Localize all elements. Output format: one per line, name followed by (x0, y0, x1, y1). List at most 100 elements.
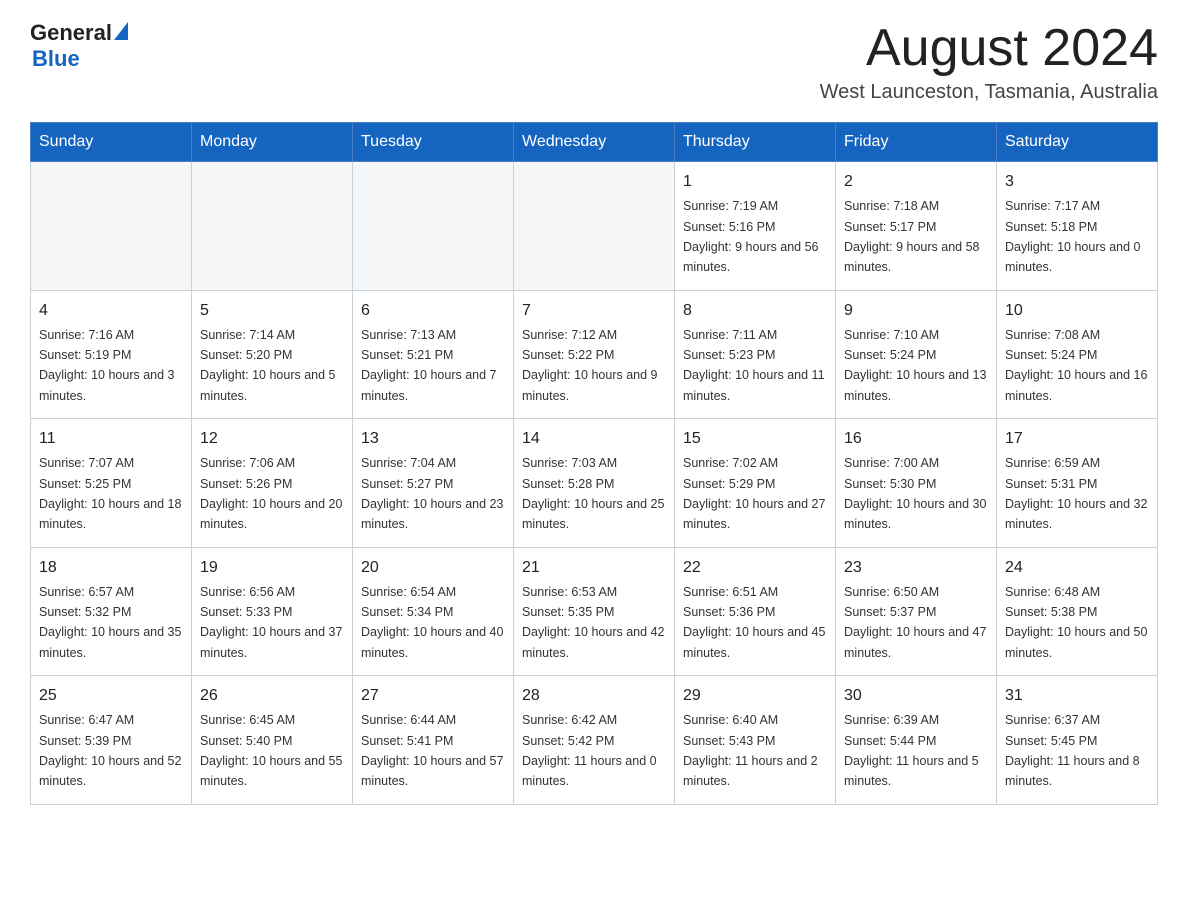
month-title: August 2024 (820, 20, 1158, 77)
day-info: Sunrise: 6:50 AM Sunset: 5:37 PM Dayligh… (844, 585, 986, 660)
day-number: 8 (683, 299, 827, 323)
logo: General Blue (30, 20, 128, 72)
day-info: Sunrise: 7:02 AM Sunset: 5:29 PM Dayligh… (683, 456, 825, 531)
day-info: Sunrise: 7:13 AM Sunset: 5:21 PM Dayligh… (361, 328, 497, 403)
table-row: 8 Sunrise: 7:11 AM Sunset: 5:23 PM Daylig… (675, 290, 836, 419)
day-number: 31 (1005, 684, 1149, 708)
col-saturday: Saturday (997, 123, 1158, 162)
day-number: 16 (844, 427, 988, 451)
table-row: 29 Sunrise: 6:40 AM Sunset: 5:43 PM Dayli… (675, 676, 836, 805)
day-number: 6 (361, 299, 505, 323)
day-number: 4 (39, 299, 183, 323)
table-row: 14 Sunrise: 7:03 AM Sunset: 5:28 PM Dayli… (514, 419, 675, 548)
day-info: Sunrise: 7:00 AM Sunset: 5:30 PM Dayligh… (844, 456, 986, 531)
table-row: 21 Sunrise: 6:53 AM Sunset: 5:35 PM Dayli… (514, 547, 675, 676)
col-wednesday: Wednesday (514, 123, 675, 162)
day-info: Sunrise: 7:17 AM Sunset: 5:18 PM Dayligh… (1005, 199, 1141, 274)
day-info: Sunrise: 6:48 AM Sunset: 5:38 PM Dayligh… (1005, 585, 1147, 660)
day-info: Sunrise: 6:57 AM Sunset: 5:32 PM Dayligh… (39, 585, 181, 660)
col-monday: Monday (192, 123, 353, 162)
day-info: Sunrise: 6:40 AM Sunset: 5:43 PM Dayligh… (683, 713, 818, 788)
table-row: 26 Sunrise: 6:45 AM Sunset: 5:40 PM Dayli… (192, 676, 353, 805)
day-info: Sunrise: 7:18 AM Sunset: 5:17 PM Dayligh… (844, 199, 980, 274)
table-row: 30Sunrise: 6:39 AM Sunset: 5:44 PM Dayli… (836, 676, 997, 805)
calendar-table: Sunday Monday Tuesday Wednesday Thursday… (30, 122, 1158, 805)
table-row: 6 Sunrise: 7:13 AM Sunset: 5:21 PM Daylig… (353, 290, 514, 419)
day-number: 24 (1005, 556, 1149, 580)
day-number: 2 (844, 170, 988, 194)
day-info: Sunrise: 6:45 AM Sunset: 5:40 PM Dayligh… (200, 713, 342, 788)
day-info: Sunrise: 7:07 AM Sunset: 5:25 PM Dayligh… (39, 456, 181, 531)
table-row: 17Sunrise: 6:59 AM Sunset: 5:31 PM Dayli… (997, 419, 1158, 548)
day-number: 1 (683, 170, 827, 194)
day-info: Sunrise: 7:03 AM Sunset: 5:28 PM Dayligh… (522, 456, 664, 531)
table-row (192, 162, 353, 291)
table-row: 5Sunrise: 7:14 AM Sunset: 5:20 PM Daylig… (192, 290, 353, 419)
day-info: Sunrise: 6:56 AM Sunset: 5:33 PM Dayligh… (200, 585, 342, 660)
day-info: Sunrise: 6:47 AM Sunset: 5:39 PM Dayligh… (39, 713, 181, 788)
calendar-week-row: 18 Sunrise: 6:57 AM Sunset: 5:32 PM Dayli… (31, 547, 1158, 676)
table-row: 16 Sunrise: 7:00 AM Sunset: 5:30 PM Dayli… (836, 419, 997, 548)
day-number: 23 (844, 556, 988, 580)
day-number: 20 (361, 556, 505, 580)
table-row: 22 Sunrise: 6:51 AM Sunset: 5:36 PM Dayli… (675, 547, 836, 676)
day-number: 11 (39, 427, 183, 451)
page-header: General Blue August 2024 West Launceston… (30, 20, 1158, 104)
day-info: Sunrise: 6:51 AM Sunset: 5:36 PM Dayligh… (683, 585, 825, 660)
table-row: 4Sunrise: 7:16 AM Sunset: 5:19 PM Daylig… (31, 290, 192, 419)
day-info: Sunrise: 7:11 AM Sunset: 5:23 PM Dayligh… (683, 328, 825, 403)
day-number: 28 (522, 684, 666, 708)
day-info: Sunrise: 6:54 AM Sunset: 5:34 PM Dayligh… (361, 585, 503, 660)
day-number: 3 (1005, 170, 1149, 194)
day-number: 29 (683, 684, 827, 708)
table-row: 12Sunrise: 7:06 AM Sunset: 5:26 PM Dayli… (192, 419, 353, 548)
table-row: 3 Sunrise: 7:17 AM Sunset: 5:18 PM Daylig… (997, 162, 1158, 291)
table-row: 2 Sunrise: 7:18 AM Sunset: 5:17 PM Daylig… (836, 162, 997, 291)
day-number: 30 (844, 684, 988, 708)
table-row: 23 Sunrise: 6:50 AM Sunset: 5:37 PM Dayli… (836, 547, 997, 676)
table-row: 7Sunrise: 7:12 AM Sunset: 5:22 PM Daylig… (514, 290, 675, 419)
day-number: 9 (844, 299, 988, 323)
table-row: 13 Sunrise: 7:04 AM Sunset: 5:27 PM Dayli… (353, 419, 514, 548)
table-row: 15 Sunrise: 7:02 AM Sunset: 5:29 PM Dayli… (675, 419, 836, 548)
table-row (353, 162, 514, 291)
day-number: 18 (39, 556, 183, 580)
day-number: 5 (200, 299, 344, 323)
day-number: 13 (361, 427, 505, 451)
table-row: 10Sunrise: 7:08 AM Sunset: 5:24 PM Dayli… (997, 290, 1158, 419)
col-thursday: Thursday (675, 123, 836, 162)
col-friday: Friday (836, 123, 997, 162)
day-number: 15 (683, 427, 827, 451)
day-info: Sunrise: 6:53 AM Sunset: 5:35 PM Dayligh… (522, 585, 664, 660)
day-number: 26 (200, 684, 344, 708)
day-number: 17 (1005, 427, 1149, 451)
calendar-week-row: 25 Sunrise: 6:47 AM Sunset: 5:39 PM Dayli… (31, 676, 1158, 805)
day-number: 7 (522, 299, 666, 323)
day-number: 14 (522, 427, 666, 451)
location-title: West Launceston, Tasmania, Australia (820, 81, 1158, 104)
table-row: 28 Sunrise: 6:42 AM Sunset: 5:42 PM Dayli… (514, 676, 675, 805)
table-row: 1 Sunrise: 7:19 AM Sunset: 5:16 PM Daylig… (675, 162, 836, 291)
day-number: 21 (522, 556, 666, 580)
day-info: Sunrise: 6:37 AM Sunset: 5:45 PM Dayligh… (1005, 713, 1140, 788)
table-row: 24 Sunrise: 6:48 AM Sunset: 5:38 PM Dayli… (997, 547, 1158, 676)
table-row: 31 Sunrise: 6:37 AM Sunset: 5:45 PM Dayli… (997, 676, 1158, 805)
col-sunday: Sunday (31, 123, 192, 162)
day-info: Sunrise: 7:19 AM Sunset: 5:16 PM Dayligh… (683, 199, 819, 274)
table-row: 11 Sunrise: 7:07 AM Sunset: 5:25 PM Dayli… (31, 419, 192, 548)
day-info: Sunrise: 6:44 AM Sunset: 5:41 PM Dayligh… (361, 713, 503, 788)
table-row: 19 Sunrise: 6:56 AM Sunset: 5:33 PM Dayli… (192, 547, 353, 676)
table-row: 25 Sunrise: 6:47 AM Sunset: 5:39 PM Dayli… (31, 676, 192, 805)
day-number: 25 (39, 684, 183, 708)
table-row: 27 Sunrise: 6:44 AM Sunset: 5:41 PM Dayli… (353, 676, 514, 805)
calendar-header-row: Sunday Monday Tuesday Wednesday Thursday… (31, 123, 1158, 162)
table-row: 9Sunrise: 7:10 AM Sunset: 5:24 PM Daylig… (836, 290, 997, 419)
day-number: 27 (361, 684, 505, 708)
day-info: Sunrise: 6:42 AM Sunset: 5:42 PM Dayligh… (522, 713, 657, 788)
logo-general-text: General (30, 20, 112, 46)
day-number: 19 (200, 556, 344, 580)
day-info: Sunrise: 7:04 AM Sunset: 5:27 PM Dayligh… (361, 456, 503, 531)
day-number: 22 (683, 556, 827, 580)
calendar-week-row: 1 Sunrise: 7:19 AM Sunset: 5:16 PM Daylig… (31, 162, 1158, 291)
day-number: 10 (1005, 299, 1149, 323)
